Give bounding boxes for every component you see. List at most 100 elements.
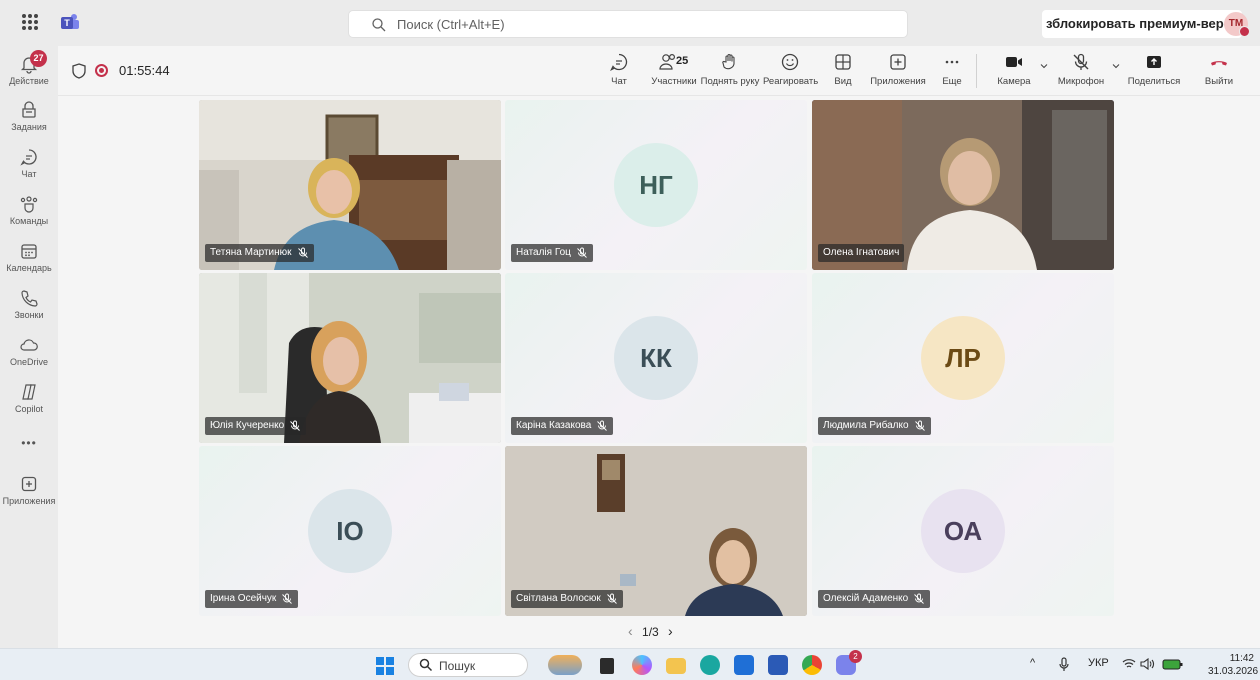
participant-name: Олексій Адаменко xyxy=(823,593,909,604)
rail-item-copilot[interactable]: Copilot xyxy=(0,382,58,414)
share-button[interactable]: Поделиться xyxy=(1126,52,1182,87)
hand-icon xyxy=(722,53,735,70)
copilot-app-icon[interactable] xyxy=(632,655,652,675)
app-launcher-icon[interactable] xyxy=(22,14,38,30)
react-button[interactable]: Реагировать xyxy=(763,52,818,87)
chevron-up-icon[interactable]: ^ xyxy=(1030,657,1035,669)
store-icon[interactable] xyxy=(734,655,754,675)
rail-label: Чат xyxy=(21,169,37,179)
weather-widget-icon[interactable] xyxy=(548,655,582,675)
participant-tile[interactable]: Тетяна Мартинюк xyxy=(199,100,501,270)
mic-off-icon xyxy=(914,593,925,604)
file-explorer-icon[interactable] xyxy=(666,658,686,674)
user-avatar[interactable]: TM xyxy=(1224,12,1250,37)
more-button[interactable]: Еще xyxy=(940,52,964,87)
participant-tile[interactable]: ЛР Людмила Рибалко xyxy=(812,273,1114,443)
rail-item-calendar[interactable]: Календарь xyxy=(0,241,58,273)
system-clock[interactable]: 11:42 31.03.2026 xyxy=(1208,652,1258,678)
volume-icon[interactable] xyxy=(1140,658,1156,670)
rail-label: Приложения xyxy=(2,496,56,506)
rail-more-button[interactable]: ••• xyxy=(0,436,58,450)
participants-button[interactable]: 25 Участники xyxy=(644,52,704,87)
mic-off-icon xyxy=(577,247,587,258)
apps-button[interactable]: Приложения xyxy=(870,52,926,87)
edge-icon[interactable] xyxy=(700,655,720,675)
rail-item-calls[interactable]: Звонки xyxy=(0,288,58,320)
add-app-icon xyxy=(21,476,37,492)
participant-tile[interactable]: Юлія Кучеренко xyxy=(199,273,501,443)
activity-badge: 27 xyxy=(30,50,47,67)
participant-initials: КК xyxy=(614,316,698,400)
view-button[interactable]: Вид xyxy=(831,52,855,87)
wifi-icon[interactable] xyxy=(1122,658,1136,670)
rail-item-activity[interactable]: 27 Действие xyxy=(0,50,58,86)
participant-name: Тетяна Мартинюк xyxy=(210,247,292,258)
camera-button[interactable]: Камера xyxy=(996,52,1032,87)
participant-tile-active-speaker[interactable]: Олена Ігнатович xyxy=(812,100,1114,270)
windows-taskbar: Пошук 2 ^ УКР 11:42 31.03.2026 xyxy=(0,648,1260,680)
rail-label: OneDrive xyxy=(9,357,48,367)
battery-icon[interactable] xyxy=(1162,657,1184,671)
participant-name-tag: Людмила Рибалко xyxy=(818,417,931,435)
participant-initials: ЛР xyxy=(921,316,1005,400)
view-grid-icon xyxy=(835,54,851,70)
participant-tile[interactable]: ОА Олексій Адаменко xyxy=(812,446,1114,616)
raise-hand-button[interactable]: Поднять руку xyxy=(700,52,760,87)
participant-name: Світлана Волосюк xyxy=(516,593,601,604)
participant-name: Людмила Рибалко xyxy=(823,420,909,431)
app-rail: 27 Действие Задания Чат Команды Календар… xyxy=(0,46,58,648)
assignments-icon xyxy=(22,101,36,118)
participant-name: Юлія Кучеренко xyxy=(210,420,285,431)
search-input[interactable]: Поиск (Ctrl+Alt+E) xyxy=(348,10,908,38)
toolbar-divider xyxy=(976,54,977,88)
mic-off-icon xyxy=(914,420,925,431)
mic-label: Микрофон xyxy=(1057,76,1105,87)
premium-button[interactable]: зблокировать премиум-версию xyxy=(1042,10,1242,38)
participant-tile[interactable]: НГ Наталія Гоц xyxy=(505,100,807,270)
participant-name-tag: Тетяна Мартинюк xyxy=(205,244,314,262)
phone-icon xyxy=(21,290,38,307)
participant-initials: ОА xyxy=(921,489,1005,573)
raise-hand-label: Поднять руку xyxy=(700,76,760,87)
rail-item-onedrive[interactable]: OneDrive xyxy=(0,335,58,367)
task-view-icon[interactable] xyxy=(600,658,614,674)
microphone-icon[interactable] xyxy=(1058,657,1070,673)
chrome-icon[interactable] xyxy=(802,655,822,675)
taskbar-search-input[interactable]: Пошук xyxy=(408,653,528,677)
rail-item-assignments[interactable]: Задания xyxy=(0,100,58,132)
participant-tile[interactable]: Світлана Волосюк xyxy=(505,446,807,616)
title-bar: T Поиск (Ctrl+Alt+E) зблокировать премиу… xyxy=(0,0,1260,46)
camera-label: Камера xyxy=(997,76,1031,87)
mic-button[interactable]: Микрофон xyxy=(1056,52,1106,87)
leave-button[interactable]: Выйти xyxy=(1204,52,1234,87)
windows-start-icon[interactable] xyxy=(376,657,394,675)
teams-app-icon[interactable]: 2 xyxy=(836,650,862,675)
participant-name-tag: Наталія Гоц xyxy=(511,244,593,262)
chevron-down-icon[interactable] xyxy=(1040,62,1048,70)
svg-text:T: T xyxy=(64,18,70,28)
more-icon xyxy=(945,60,959,64)
more-label: Еще xyxy=(942,76,962,87)
chevron-right-icon[interactable]: › xyxy=(668,623,673,639)
gallery-pager: ‹ 1/3 › xyxy=(628,623,673,639)
view-label: Вид xyxy=(834,76,852,87)
chevron-left-icon[interactable]: ‹ xyxy=(628,623,633,639)
language-indicator[interactable]: УКР xyxy=(1088,657,1109,669)
search-icon xyxy=(419,658,433,672)
participant-name-tag: Світлана Волосюк xyxy=(511,590,623,608)
participant-tile[interactable]: КК Каріна Казакова xyxy=(505,273,807,443)
rail-item-apps[interactable]: Приложения xyxy=(0,474,58,506)
participant-name: Каріна Казакова xyxy=(516,420,592,431)
hang-up-icon xyxy=(1211,61,1227,66)
participant-tile[interactable]: ІО Ірина Осейчук xyxy=(199,446,501,616)
rail-label: Звонки xyxy=(14,310,44,320)
word-icon[interactable] xyxy=(768,655,788,675)
rail-item-chat[interactable]: Чат xyxy=(0,147,58,179)
participant-name: Ірина Осейчук xyxy=(210,593,277,604)
chevron-down-icon[interactable] xyxy=(1112,62,1120,70)
chat-button[interactable]: Чат xyxy=(607,52,631,87)
mic-off-icon xyxy=(297,247,308,258)
smiley-icon xyxy=(781,53,799,71)
chat-icon xyxy=(20,149,37,166)
rail-item-teams[interactable]: Команды xyxy=(0,194,58,226)
